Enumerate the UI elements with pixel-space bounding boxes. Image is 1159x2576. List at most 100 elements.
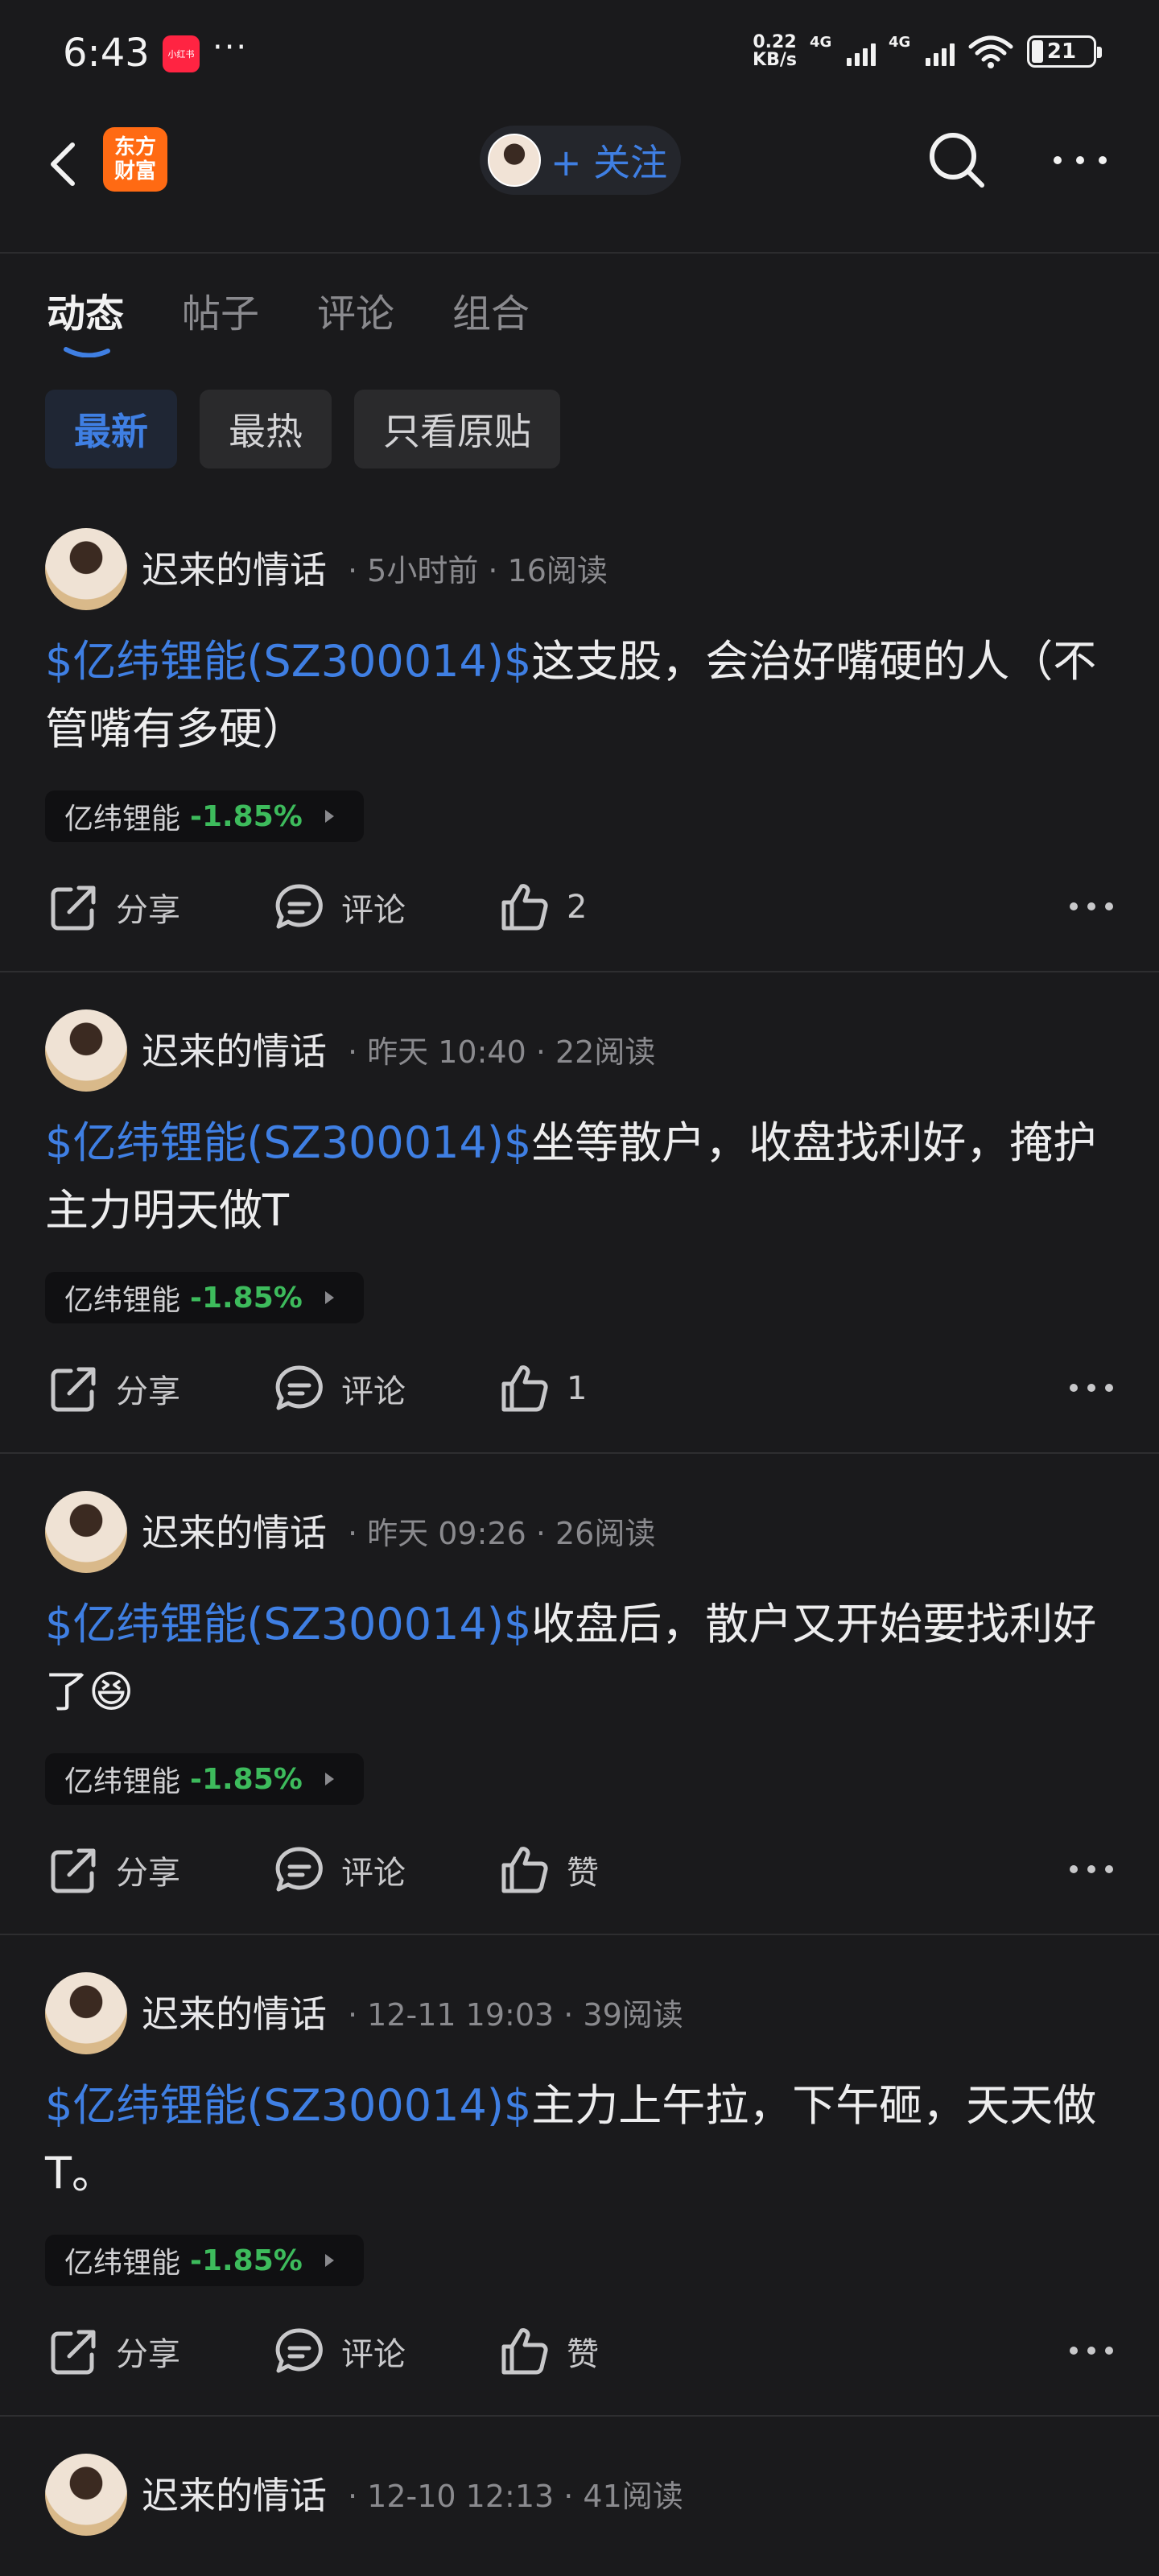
avatar[interactable] xyxy=(45,1491,127,1573)
eastmoney-logo: 东方 财富 xyxy=(103,127,167,192)
comment-icon xyxy=(275,884,323,929)
thumbs-up-icon xyxy=(501,2328,548,2375)
more-options-icon[interactable] xyxy=(1069,1861,1114,1877)
post-content[interactable]: $亿纬锂能(SZ300014)$主力上午拉，下午砸，天天做T。 xyxy=(45,2072,1116,2207)
cell-signal-icon: 4G xyxy=(810,34,876,66)
post-meta: · 5小时前 · 16阅读 xyxy=(348,553,608,588)
play-arrow-icon xyxy=(324,2254,334,2267)
active-tab-indicator xyxy=(64,347,110,357)
follow-button[interactable]: + 关注 xyxy=(480,126,681,195)
post-card[interactable]: 迟来的情话 · 昨天 10:40 · 22阅读 $亿纬锂能(SZ300014)$… xyxy=(0,972,1159,1454)
post-actions: 分享 评论 赞 xyxy=(0,2315,1159,2388)
like-button[interactable]: 赞 xyxy=(497,1834,599,1906)
share-button[interactable]: 分享 xyxy=(47,1352,180,1425)
play-arrow-icon xyxy=(324,1291,334,1304)
like-button[interactable]: 赞 xyxy=(497,2315,599,2388)
avatar[interactable] xyxy=(45,1972,127,2054)
share-button[interactable]: 分享 xyxy=(47,871,180,943)
author-name[interactable]: 迟来的情话 xyxy=(142,1022,327,1075)
filter-latest[interactable]: 最新 xyxy=(45,390,177,469)
comment-icon xyxy=(275,2328,323,2373)
share-icon xyxy=(51,1367,96,1412)
avatar xyxy=(488,134,541,187)
price-change: -1.85% xyxy=(190,2244,303,2277)
post-card[interactable]: 迟来的情话 · 5小时前 · 16阅读 $亿纬锂能(SZ300014)$这支股，… xyxy=(0,491,1159,972)
thumbs-up-icon xyxy=(501,1365,548,1412)
post-card[interactable]: 迟来的情话 · 12-10 12:13 · 41阅读 xyxy=(0,2417,1159,2576)
stock-tag[interactable]: 亿纬锂能 -1.85% xyxy=(45,2235,364,2286)
author-name[interactable]: 迟来的情话 xyxy=(142,1985,327,2038)
comment-button[interactable]: 评论 xyxy=(272,1352,406,1425)
price-change: -1.85% xyxy=(190,1281,303,1315)
thumbs-up-icon xyxy=(501,884,548,931)
share-button[interactable]: 分享 xyxy=(47,2315,180,2388)
post-actions: 分享 评论 2 xyxy=(0,871,1159,943)
post-meta: · 12-11 19:03 · 39阅读 xyxy=(348,1997,683,2033)
stock-tag[interactable]: 亿纬锂能 -1.85% xyxy=(45,1753,364,1805)
stock-link[interactable]: $亿纬锂能(SZ300014)$ xyxy=(45,2080,531,2131)
profile-tabs: 动态 帖子 评论 组合 xyxy=(47,282,530,357)
tab-posts[interactable]: 帖子 xyxy=(182,282,259,338)
post-content[interactable]: $亿纬锂能(SZ300014)$这支股，会治好嘴硬的人（不管嘴有多硬） xyxy=(45,628,1116,763)
top-app-bar: 东方 财富 + 关注 xyxy=(0,113,1159,254)
comment-button[interactable]: 评论 xyxy=(272,1834,406,1906)
back-arrow-icon[interactable] xyxy=(42,130,90,195)
author-name[interactable]: 迟来的情话 xyxy=(142,541,327,594)
comment-icon xyxy=(275,1365,323,1410)
network-speed: 0.22 KB/s xyxy=(753,32,797,70)
tab-comments[interactable]: 评论 xyxy=(317,282,394,338)
status-indicators: 0.22 KB/s 4G 4G 21 xyxy=(753,32,1102,70)
post-card[interactable]: 迟来的情话 · 昨天 09:26 · 26阅读 $亿纬锂能(SZ300014)$… xyxy=(0,1454,1159,1935)
post-content[interactable]: $亿纬锂能(SZ300014)$坐等散户，收盘找利好，掩护主力明天做T xyxy=(45,1109,1116,1245)
tab-portfolio[interactable]: 组合 xyxy=(452,282,530,338)
post-meta: · 12-10 12:13 · 41阅读 xyxy=(348,2479,683,2514)
like-button[interactable]: 2 xyxy=(497,871,587,943)
share-icon xyxy=(51,886,96,931)
share-button[interactable]: 分享 xyxy=(47,1834,180,1906)
post-content[interactable]: $亿纬锂能(SZ300014)$收盘后，散户又开始要找利好了😆 xyxy=(45,1591,1116,1726)
filter-chips: 最新 最热 只看原贴 xyxy=(45,390,560,469)
tab-dynamics[interactable]: 动态 xyxy=(47,282,124,357)
stock-tag[interactable]: 亿纬锂能 -1.85% xyxy=(45,1272,364,1323)
stock-link[interactable]: $亿纬锂能(SZ300014)$ xyxy=(45,636,531,687)
search-icon[interactable] xyxy=(924,127,988,192)
play-arrow-icon xyxy=(324,1773,334,1785)
battery-icon: 21 xyxy=(1027,35,1102,68)
post-actions: 分享 评论 1 xyxy=(0,1352,1159,1425)
thumbs-up-icon xyxy=(501,1847,548,1893)
comment-icon xyxy=(275,1847,323,1892)
wifi-icon xyxy=(968,35,1013,68)
avatar[interactable] xyxy=(45,528,127,610)
more-options-icon[interactable] xyxy=(1069,1380,1114,1396)
cell-signal-icon: 4G xyxy=(889,34,955,66)
price-change: -1.85% xyxy=(190,799,303,833)
share-icon xyxy=(51,2330,96,2375)
follow-label: + 关注 xyxy=(551,141,668,184)
like-button[interactable]: 1 xyxy=(497,1352,587,1425)
avatar[interactable] xyxy=(45,1009,127,1092)
more-options-icon[interactable] xyxy=(1069,2343,1114,2359)
author-name[interactable]: 迟来的情话 xyxy=(142,1504,327,1557)
stock-tag[interactable]: 亿纬锂能 -1.85% xyxy=(45,791,364,842)
filter-hottest[interactable]: 最热 xyxy=(200,390,332,469)
more-options-icon[interactable] xyxy=(1069,898,1114,914)
play-arrow-icon xyxy=(324,810,334,823)
author-name[interactable]: 迟来的情话 xyxy=(142,2467,327,2520)
status-time: 6:43 xyxy=(63,31,150,76)
stock-link[interactable]: $亿纬锂能(SZ300014)$ xyxy=(45,1117,531,1168)
post-card[interactable]: 迟来的情话 · 12-11 19:03 · 39阅读 $亿纬锂能(SZ30001… xyxy=(0,1935,1159,2417)
post-meta: · 昨天 10:40 · 22阅读 xyxy=(348,1034,656,1070)
comment-button[interactable]: 评论 xyxy=(272,871,406,943)
filter-original-only[interactable]: 只看原贴 xyxy=(354,390,560,469)
avatar[interactable] xyxy=(45,2454,127,2536)
xiaohongshu-notification-icon: 小红书 xyxy=(163,35,200,72)
price-change: -1.85% xyxy=(190,1762,303,1796)
share-icon xyxy=(51,1848,96,1893)
stock-link[interactable]: $亿纬锂能(SZ300014)$ xyxy=(45,1599,531,1649)
comment-button[interactable]: 评论 xyxy=(272,2315,406,2388)
more-notifications-icon: ··· xyxy=(212,29,249,66)
more-options-icon[interactable] xyxy=(1050,148,1111,172)
post-actions: 分享 评论 赞 xyxy=(0,1834,1159,1906)
status-bar: 6:43 小红书 ··· 0.22 KB/s 4G 4G 21 xyxy=(0,0,1159,105)
post-meta: · 昨天 09:26 · 26阅读 xyxy=(348,1516,656,1551)
